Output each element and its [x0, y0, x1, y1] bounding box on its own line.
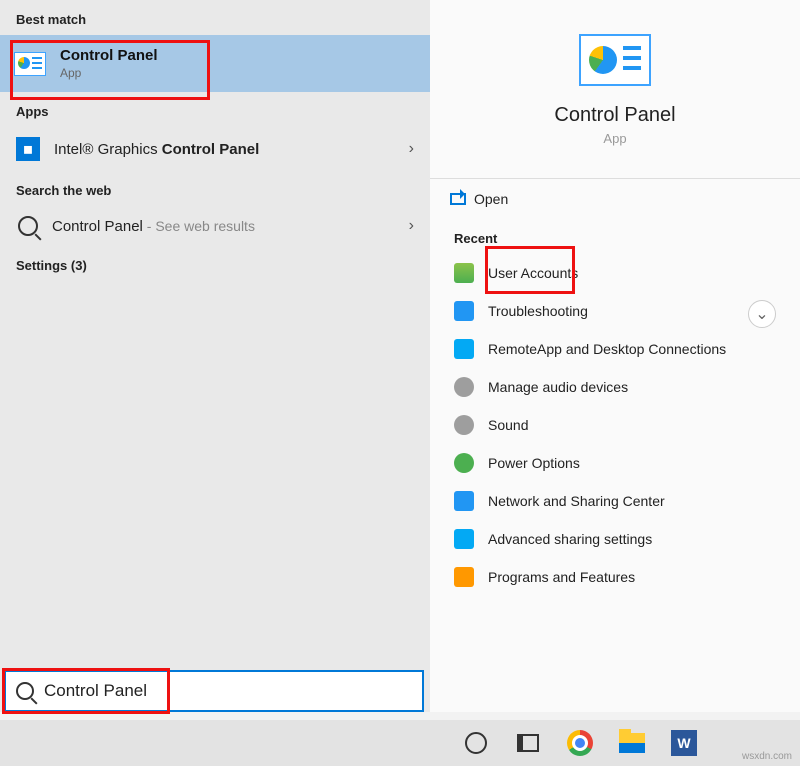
cortana-button[interactable] [456, 723, 496, 763]
word-icon: W [671, 730, 697, 756]
open-action[interactable]: Open [430, 179, 800, 219]
apps-header: Apps [0, 92, 430, 127]
chevron-right-icon: › [409, 217, 414, 235]
app-result-item[interactable]: ◼ Intel® Graphics Control Panel › [0, 127, 430, 171]
search-text: Control Panel [44, 681, 147, 701]
search-icon [18, 216, 38, 236]
cortana-icon [465, 732, 487, 754]
chrome-button[interactable] [560, 723, 600, 763]
best-match-subtitle: App [60, 66, 158, 80]
preview-subtitle: App [603, 131, 626, 146]
recent-item[interactable]: Manage audio devices [446, 368, 784, 406]
chrome-icon [567, 730, 593, 756]
recent-list: User Accounts Troubleshooting RemoteApp … [430, 254, 800, 596]
user-accounts-icon [454, 263, 474, 283]
open-label: Open [474, 191, 508, 207]
explorer-button[interactable] [612, 723, 652, 763]
programs-icon [454, 567, 474, 587]
recent-item[interactable]: Troubleshooting [446, 292, 784, 330]
best-match-title: Control Panel [60, 47, 158, 64]
taskview-icon [517, 734, 539, 752]
control-panel-icon [579, 34, 651, 86]
taskview-button[interactable] [508, 723, 548, 763]
search-icon [16, 682, 34, 700]
preview-title: Control Panel [554, 104, 675, 127]
best-match-result[interactable]: Control Panel App [0, 35, 430, 92]
power-options-icon [454, 453, 474, 473]
open-icon [450, 193, 466, 205]
sound-icon [454, 415, 474, 435]
expand-button[interactable]: ⌄ [748, 300, 776, 328]
recent-item[interactable]: Programs and Features [446, 558, 784, 596]
watermark: wsxdn.com [742, 751, 792, 762]
control-panel-icon [14, 52, 46, 76]
preview-panel: Control Panel App Open ⌄ Recent User Acc… [430, 0, 800, 712]
web-result-label: Control Panel - See web results [52, 218, 395, 235]
recent-header: Recent [430, 219, 800, 254]
network-icon [454, 491, 474, 511]
app-result-label: Intel® Graphics Control Panel [54, 141, 395, 158]
chevron-right-icon: › [409, 140, 414, 158]
intel-graphics-icon: ◼ [16, 137, 40, 161]
preview-hero: Control Panel App [430, 0, 800, 164]
recent-item[interactable]: Network and Sharing Center [446, 482, 784, 520]
word-button[interactable]: W [664, 723, 704, 763]
troubleshooting-icon [454, 301, 474, 321]
recent-item[interactable]: Sound [446, 406, 784, 444]
recent-item[interactable]: Power Options [446, 444, 784, 482]
web-result-item[interactable]: Control Panel - See web results › [0, 206, 430, 246]
results-panel: Best match Control Panel App Apps ◼ Inte… [0, 0, 430, 712]
web-header: Search the web [0, 171, 430, 206]
recent-item[interactable]: RemoteApp and Desktop Connections [446, 330, 784, 368]
search-input[interactable]: Control Panel [4, 670, 424, 712]
recent-item[interactable]: User Accounts [446, 254, 784, 292]
recent-item[interactable]: Advanced sharing settings [446, 520, 784, 558]
remoteapp-icon [454, 339, 474, 359]
best-match-header: Best match [0, 0, 430, 35]
audio-devices-icon [454, 377, 474, 397]
taskbar: W [0, 720, 800, 766]
settings-header[interactable]: Settings (3) [0, 246, 430, 281]
file-explorer-icon [619, 733, 645, 753]
sharing-icon [454, 529, 474, 549]
